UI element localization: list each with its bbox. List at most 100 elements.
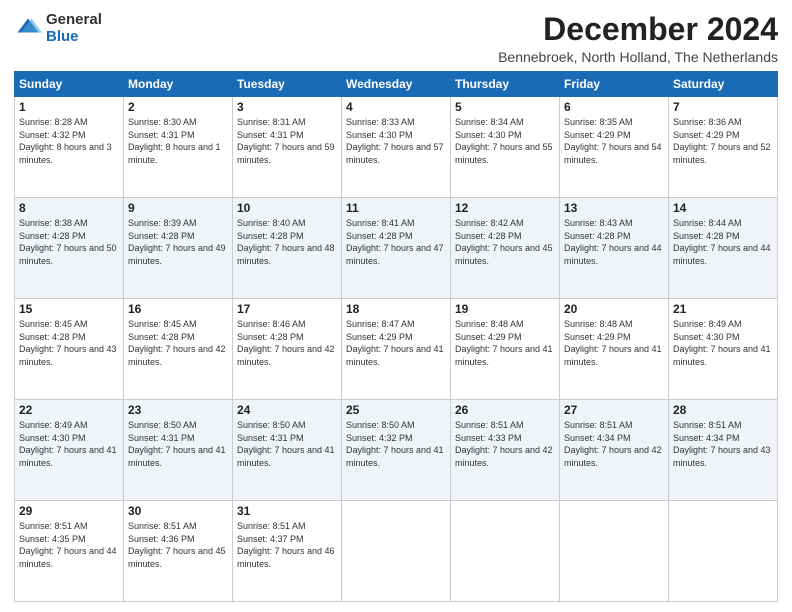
calendar-cell: 15 Sunrise: 8:45 AMSunset: 4:28 PMDaylig… bbox=[15, 299, 124, 400]
day-number: 20 bbox=[564, 302, 664, 316]
day-number: 5 bbox=[455, 100, 555, 114]
day-number: 6 bbox=[564, 100, 664, 114]
day-number: 23 bbox=[128, 403, 228, 417]
day-number: 16 bbox=[128, 302, 228, 316]
day-number: 8 bbox=[19, 201, 119, 215]
day-info: Sunrise: 8:40 AMSunset: 4:28 PMDaylight:… bbox=[237, 218, 335, 266]
calendar-cell bbox=[560, 501, 669, 602]
calendar-week-row: 15 Sunrise: 8:45 AMSunset: 4:28 PMDaylig… bbox=[15, 299, 778, 400]
logo-icon bbox=[14, 15, 42, 43]
day-info: Sunrise: 8:51 AMSunset: 4:34 PMDaylight:… bbox=[673, 420, 771, 468]
calendar-cell: 13 Sunrise: 8:43 AMSunset: 4:28 PMDaylig… bbox=[560, 198, 669, 299]
calendar-cell: 31 Sunrise: 8:51 AMSunset: 4:37 PMDaylig… bbox=[233, 501, 342, 602]
day-number: 26 bbox=[455, 403, 555, 417]
calendar-table: SundayMondayTuesdayWednesdayThursdayFrid… bbox=[14, 71, 778, 602]
calendar-cell: 30 Sunrise: 8:51 AMSunset: 4:36 PMDaylig… bbox=[124, 501, 233, 602]
day-info: Sunrise: 8:28 AMSunset: 4:32 PMDaylight:… bbox=[19, 117, 112, 165]
day-number: 10 bbox=[237, 201, 337, 215]
calendar-cell: 5 Sunrise: 8:34 AMSunset: 4:30 PMDayligh… bbox=[451, 97, 560, 198]
calendar-cell bbox=[342, 501, 451, 602]
calendar-cell: 23 Sunrise: 8:50 AMSunset: 4:31 PMDaylig… bbox=[124, 400, 233, 501]
calendar-cell: 28 Sunrise: 8:51 AMSunset: 4:34 PMDaylig… bbox=[669, 400, 778, 501]
day-info: Sunrise: 8:51 AMSunset: 4:34 PMDaylight:… bbox=[564, 420, 662, 468]
day-info: Sunrise: 8:51 AMSunset: 4:35 PMDaylight:… bbox=[19, 521, 117, 569]
day-number: 22 bbox=[19, 403, 119, 417]
col-header-friday: Friday bbox=[560, 72, 669, 97]
logo-blue: Blue bbox=[46, 29, 102, 46]
day-info: Sunrise: 8:36 AMSunset: 4:29 PMDaylight:… bbox=[673, 117, 771, 165]
col-header-sunday: Sunday bbox=[15, 72, 124, 97]
calendar-cell: 1 Sunrise: 8:28 AMSunset: 4:32 PMDayligh… bbox=[15, 97, 124, 198]
day-info: Sunrise: 8:41 AMSunset: 4:28 PMDaylight:… bbox=[346, 218, 444, 266]
day-info: Sunrise: 8:51 AMSunset: 4:36 PMDaylight:… bbox=[128, 521, 226, 569]
day-number: 25 bbox=[346, 403, 446, 417]
calendar-cell: 6 Sunrise: 8:35 AMSunset: 4:29 PMDayligh… bbox=[560, 97, 669, 198]
day-number: 24 bbox=[237, 403, 337, 417]
day-info: Sunrise: 8:50 AMSunset: 4:31 PMDaylight:… bbox=[128, 420, 226, 468]
day-info: Sunrise: 8:48 AMSunset: 4:29 PMDaylight:… bbox=[564, 319, 662, 367]
calendar-cell: 2 Sunrise: 8:30 AMSunset: 4:31 PMDayligh… bbox=[124, 97, 233, 198]
day-info: Sunrise: 8:34 AMSunset: 4:30 PMDaylight:… bbox=[455, 117, 553, 165]
calendar-cell: 8 Sunrise: 8:38 AMSunset: 4:28 PMDayligh… bbox=[15, 198, 124, 299]
calendar-cell: 12 Sunrise: 8:42 AMSunset: 4:28 PMDaylig… bbox=[451, 198, 560, 299]
calendar-cell: 29 Sunrise: 8:51 AMSunset: 4:35 PMDaylig… bbox=[15, 501, 124, 602]
day-number: 19 bbox=[455, 302, 555, 316]
logo-general: General bbox=[46, 12, 102, 29]
calendar-cell: 14 Sunrise: 8:44 AMSunset: 4:28 PMDaylig… bbox=[669, 198, 778, 299]
calendar-cell: 17 Sunrise: 8:46 AMSunset: 4:28 PMDaylig… bbox=[233, 299, 342, 400]
day-number: 27 bbox=[564, 403, 664, 417]
calendar-cell: 27 Sunrise: 8:51 AMSunset: 4:34 PMDaylig… bbox=[560, 400, 669, 501]
calendar-cell: 16 Sunrise: 8:45 AMSunset: 4:28 PMDaylig… bbox=[124, 299, 233, 400]
calendar-cell: 26 Sunrise: 8:51 AMSunset: 4:33 PMDaylig… bbox=[451, 400, 560, 501]
day-info: Sunrise: 8:35 AMSunset: 4:29 PMDaylight:… bbox=[564, 117, 662, 165]
col-header-tuesday: Tuesday bbox=[233, 72, 342, 97]
calendar-week-row: 8 Sunrise: 8:38 AMSunset: 4:28 PMDayligh… bbox=[15, 198, 778, 299]
day-number: 17 bbox=[237, 302, 337, 316]
day-number: 2 bbox=[128, 100, 228, 114]
day-info: Sunrise: 8:51 AMSunset: 4:33 PMDaylight:… bbox=[455, 420, 553, 468]
day-number: 1 bbox=[19, 100, 119, 114]
col-header-saturday: Saturday bbox=[669, 72, 778, 97]
calendar-cell: 22 Sunrise: 8:49 AMSunset: 4:30 PMDaylig… bbox=[15, 400, 124, 501]
day-info: Sunrise: 8:49 AMSunset: 4:30 PMDaylight:… bbox=[19, 420, 117, 468]
day-number: 28 bbox=[673, 403, 773, 417]
day-info: Sunrise: 8:48 AMSunset: 4:29 PMDaylight:… bbox=[455, 319, 553, 367]
day-info: Sunrise: 8:43 AMSunset: 4:28 PMDaylight:… bbox=[564, 218, 662, 266]
day-number: 14 bbox=[673, 201, 773, 215]
day-number: 18 bbox=[346, 302, 446, 316]
logo: General Blue bbox=[14, 12, 102, 45]
day-info: Sunrise: 8:30 AMSunset: 4:31 PMDaylight:… bbox=[128, 117, 221, 165]
day-info: Sunrise: 8:51 AMSunset: 4:37 PMDaylight:… bbox=[237, 521, 335, 569]
calendar-cell: 9 Sunrise: 8:39 AMSunset: 4:28 PMDayligh… bbox=[124, 198, 233, 299]
calendar-cell: 24 Sunrise: 8:50 AMSunset: 4:31 PMDaylig… bbox=[233, 400, 342, 501]
calendar-cell: 7 Sunrise: 8:36 AMSunset: 4:29 PMDayligh… bbox=[669, 97, 778, 198]
day-number: 12 bbox=[455, 201, 555, 215]
day-info: Sunrise: 8:31 AMSunset: 4:31 PMDaylight:… bbox=[237, 117, 335, 165]
day-info: Sunrise: 8:46 AMSunset: 4:28 PMDaylight:… bbox=[237, 319, 335, 367]
day-info: Sunrise: 8:33 AMSunset: 4:30 PMDaylight:… bbox=[346, 117, 444, 165]
calendar-header-row: SundayMondayTuesdayWednesdayThursdayFrid… bbox=[15, 72, 778, 97]
day-number: 4 bbox=[346, 100, 446, 114]
calendar-cell bbox=[669, 501, 778, 602]
calendar-cell: 20 Sunrise: 8:48 AMSunset: 4:29 PMDaylig… bbox=[560, 299, 669, 400]
day-info: Sunrise: 8:44 AMSunset: 4:28 PMDaylight:… bbox=[673, 218, 771, 266]
calendar-cell: 19 Sunrise: 8:48 AMSunset: 4:29 PMDaylig… bbox=[451, 299, 560, 400]
day-number: 30 bbox=[128, 504, 228, 518]
page: General Blue December 2024 Bennebroek, N… bbox=[0, 0, 792, 612]
col-header-wednesday: Wednesday bbox=[342, 72, 451, 97]
day-number: 3 bbox=[237, 100, 337, 114]
calendar-cell: 10 Sunrise: 8:40 AMSunset: 4:28 PMDaylig… bbox=[233, 198, 342, 299]
day-number: 9 bbox=[128, 201, 228, 215]
day-number: 13 bbox=[564, 201, 664, 215]
day-info: Sunrise: 8:39 AMSunset: 4:28 PMDaylight:… bbox=[128, 218, 226, 266]
day-number: 29 bbox=[19, 504, 119, 518]
calendar-cell: 4 Sunrise: 8:33 AMSunset: 4:30 PMDayligh… bbox=[342, 97, 451, 198]
col-header-thursday: Thursday bbox=[451, 72, 560, 97]
calendar-cell: 11 Sunrise: 8:41 AMSunset: 4:28 PMDaylig… bbox=[342, 198, 451, 299]
day-number: 21 bbox=[673, 302, 773, 316]
day-info: Sunrise: 8:50 AMSunset: 4:32 PMDaylight:… bbox=[346, 420, 444, 468]
day-info: Sunrise: 8:38 AMSunset: 4:28 PMDaylight:… bbox=[19, 218, 117, 266]
day-info: Sunrise: 8:45 AMSunset: 4:28 PMDaylight:… bbox=[19, 319, 117, 367]
calendar-cell bbox=[451, 501, 560, 602]
logo-text: General Blue bbox=[46, 12, 102, 45]
